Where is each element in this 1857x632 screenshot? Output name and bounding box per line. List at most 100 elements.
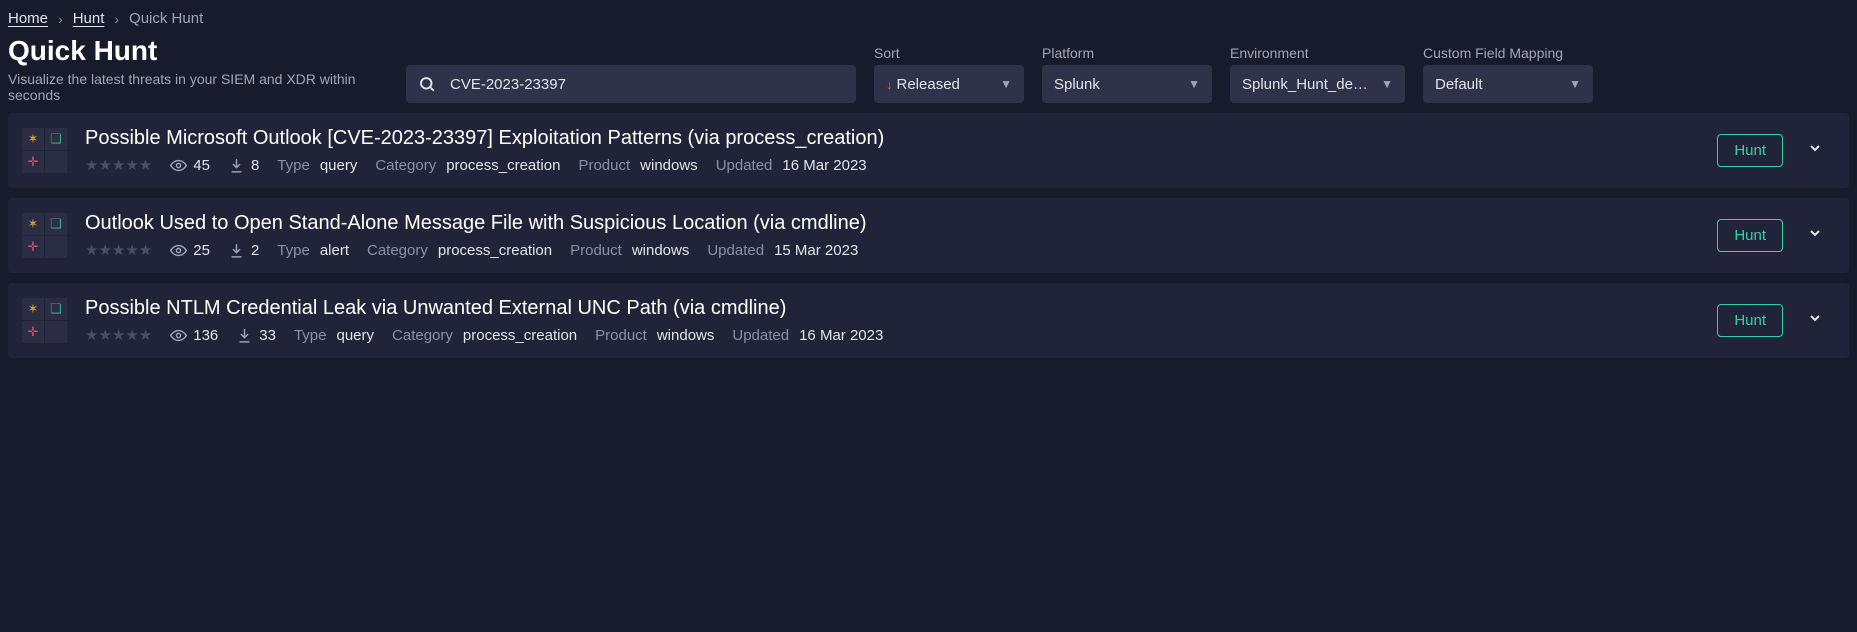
downloads-stat: 33 xyxy=(236,327,276,344)
eye-icon xyxy=(170,242,187,259)
environment-select[interactable]: Splunk_Hunt_dem... ▼ xyxy=(1230,65,1405,103)
cfm-select[interactable]: Default ▼ xyxy=(1423,65,1593,103)
bug-icon[interactable]: ✶ xyxy=(22,298,44,320)
views-value: 25 xyxy=(193,242,210,259)
tag-empty xyxy=(45,151,67,173)
expand-toggle[interactable] xyxy=(1801,304,1829,337)
rating-stars[interactable]: ★★★★★ xyxy=(85,241,152,259)
chevron-down-icon: ▼ xyxy=(1000,77,1012,91)
filter-cfm: Custom Field Mapping Default ▼ xyxy=(1423,45,1593,103)
expand-toggle[interactable] xyxy=(1801,134,1829,167)
result-title[interactable]: Possible NTLM Credential Leak via Unwant… xyxy=(85,297,1699,320)
views-value: 136 xyxy=(193,327,218,344)
bug-icon[interactable]: ✶ xyxy=(22,213,44,235)
rating-stars[interactable]: ★★★★★ xyxy=(85,156,152,174)
hunt-button[interactable]: Hunt xyxy=(1717,304,1783,337)
type-value: query xyxy=(320,157,358,174)
product-value: windows xyxy=(657,327,715,344)
title-block: Quick Hunt Visualize the latest threats … xyxy=(8,35,388,103)
filter-sort: Sort ↓Released ▼ xyxy=(874,45,1024,103)
chevron-right-icon: › xyxy=(114,11,119,27)
expand-toggle[interactable] xyxy=(1801,219,1829,252)
cfm-value: Default xyxy=(1435,76,1483,93)
chevron-down-icon: ▼ xyxy=(1381,77,1393,91)
result-title[interactable]: Outlook Used to Open Stand-Alone Message… xyxy=(85,212,1699,235)
chevron-down-icon: ▼ xyxy=(1569,77,1581,91)
filter-environment-label: Environment xyxy=(1230,45,1405,61)
search-input-wrap[interactable] xyxy=(406,65,856,103)
updated-value: 16 Mar 2023 xyxy=(799,327,883,344)
stack-icon[interactable]: ❏ xyxy=(45,128,67,150)
meta-row: ★★★★★ 45 8 Type query Category process_cre… xyxy=(85,156,1699,174)
filter-cfm-label: Custom Field Mapping xyxy=(1423,45,1593,61)
type-label: Type xyxy=(294,327,327,344)
downloads-value: 33 xyxy=(259,327,276,344)
result-card: ✶ ❏ ✛ Possible Microsoft Outlook [CVE-20… xyxy=(8,113,1849,188)
search-icon xyxy=(418,75,436,93)
views-stat: 45 xyxy=(170,157,210,174)
breadcrumb: Home › Hunt › Quick Hunt xyxy=(0,0,1857,35)
result-title[interactable]: Possible Microsoft Outlook [CVE-2023-233… xyxy=(85,127,1699,150)
hunt-button[interactable]: Hunt xyxy=(1717,134,1783,167)
download-icon xyxy=(236,327,253,344)
type-label: Type xyxy=(277,242,310,259)
chevron-right-icon: › xyxy=(58,11,63,27)
target-icon[interactable]: ✛ xyxy=(22,151,44,173)
sort-value: Released xyxy=(897,76,960,93)
platform-select[interactable]: Splunk ▼ xyxy=(1042,65,1212,103)
breadcrumb-home[interactable]: Home xyxy=(8,10,48,27)
download-icon xyxy=(228,157,245,174)
updated-label: Updated xyxy=(716,157,773,174)
target-icon[interactable]: ✛ xyxy=(22,321,44,343)
category-label: Category xyxy=(392,327,453,344)
breadcrumb-hunt[interactable]: Hunt xyxy=(73,10,105,27)
downloads-stat: 8 xyxy=(228,157,259,174)
search-input[interactable] xyxy=(448,75,844,94)
updated-value: 16 Mar 2023 xyxy=(782,157,866,174)
tag-grid: ✶ ❏ ✛ xyxy=(22,298,67,343)
target-icon[interactable]: ✛ xyxy=(22,236,44,258)
tag-grid: ✶ ❏ ✛ xyxy=(22,213,67,258)
download-icon xyxy=(228,242,245,259)
type-value: alert xyxy=(320,242,349,259)
downloads-stat: 2 xyxy=(228,242,259,259)
card-body: Possible NTLM Credential Leak via Unwant… xyxy=(85,297,1699,344)
result-card: ✶ ❏ ✛ Possible NTLM Credential Leak via … xyxy=(8,283,1849,358)
filter-sort-label: Sort xyxy=(874,45,1024,61)
chevron-down-icon xyxy=(1807,140,1823,156)
bug-icon[interactable]: ✶ xyxy=(22,128,44,150)
platform-value: Splunk xyxy=(1054,76,1100,93)
product-value: windows xyxy=(632,242,690,259)
stack-icon[interactable]: ❏ xyxy=(45,298,67,320)
type-label: Type xyxy=(277,157,310,174)
eye-icon xyxy=(170,327,187,344)
result-card: ✶ ❏ ✛ Outlook Used to Open Stand-Alone M… xyxy=(8,198,1849,273)
rating-stars[interactable]: ★★★★★ xyxy=(85,326,152,344)
tag-grid: ✶ ❏ ✛ xyxy=(22,128,67,173)
card-body: Outlook Used to Open Stand-Alone Message… xyxy=(85,212,1699,259)
category-label: Category xyxy=(367,242,428,259)
page-header: Quick Hunt Visualize the latest threats … xyxy=(0,35,1857,113)
updated-label: Updated xyxy=(707,242,764,259)
product-value: windows xyxy=(640,157,698,174)
results-list: ✶ ❏ ✛ Possible Microsoft Outlook [CVE-20… xyxy=(0,113,1857,358)
category-value: process_creation xyxy=(446,157,560,174)
stack-icon[interactable]: ❏ xyxy=(45,213,67,235)
filter-platform-label: Platform xyxy=(1042,45,1212,61)
category-label: Category xyxy=(375,157,436,174)
sort-select[interactable]: ↓Released ▼ xyxy=(874,65,1024,103)
page-title: Quick Hunt xyxy=(8,35,388,67)
meta-row: ★★★★★ 136 33 Typequery Categoryprocess_c… xyxy=(85,326,1699,344)
tag-empty xyxy=(45,236,67,258)
eye-icon xyxy=(170,157,187,174)
hunt-button[interactable]: Hunt xyxy=(1717,219,1783,252)
filter-platform: Platform Splunk ▼ xyxy=(1042,45,1212,103)
filter-environment: Environment Splunk_Hunt_dem... ▼ xyxy=(1230,45,1405,103)
product-label: Product xyxy=(595,327,647,344)
chevron-down-icon: ▼ xyxy=(1188,77,1200,91)
views-value: 45 xyxy=(193,157,210,174)
category-value: process_creation xyxy=(463,327,577,344)
card-body: Possible Microsoft Outlook [CVE-2023-233… xyxy=(85,127,1699,174)
page-subtitle: Visualize the latest threats in your SIE… xyxy=(8,71,388,103)
updated-value: 15 Mar 2023 xyxy=(774,242,858,259)
